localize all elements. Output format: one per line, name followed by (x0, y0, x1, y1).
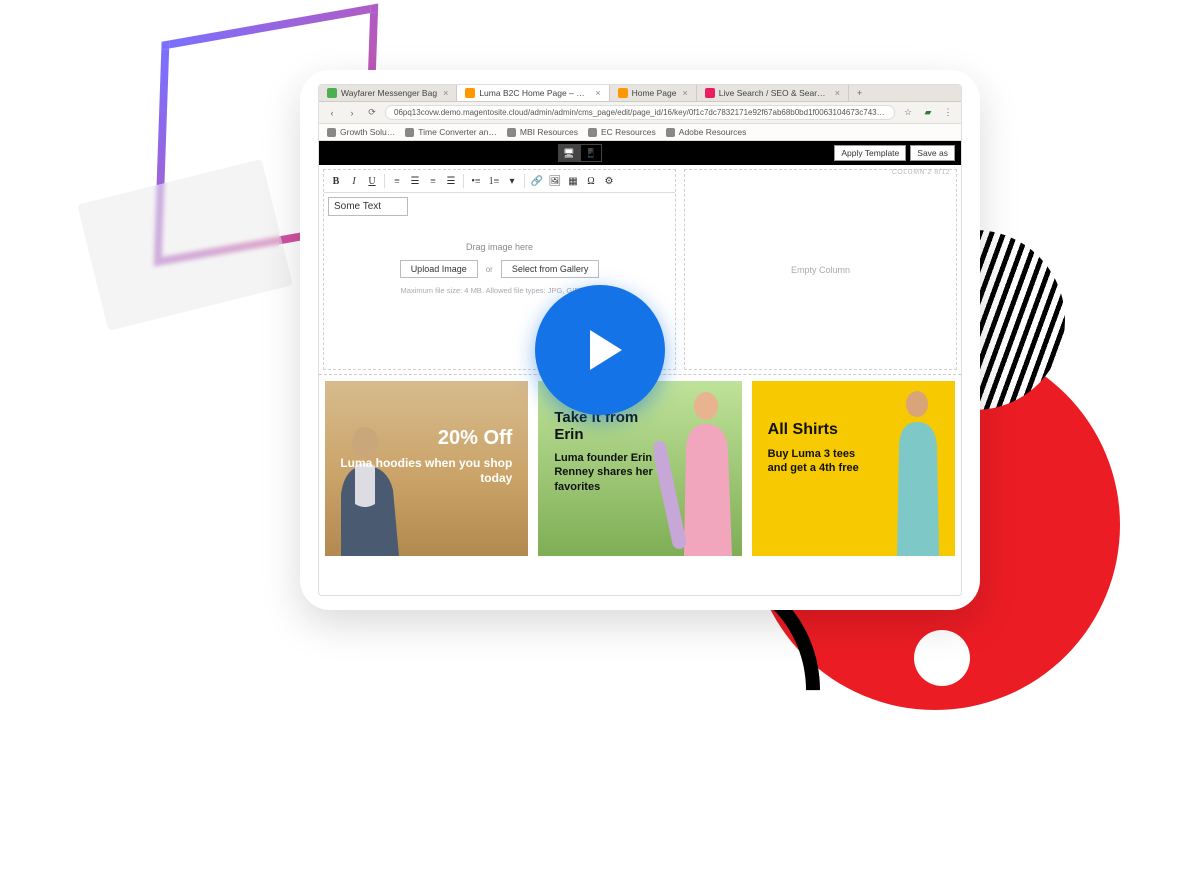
card-heading: 20% Off (335, 427, 512, 450)
table-button[interactable]: ▦ (565, 173, 581, 189)
decoration-tape (77, 159, 293, 331)
column-header-label: COLUMN 2 8/12 (892, 169, 950, 176)
bullet-list-button[interactable]: •≡ (468, 173, 484, 189)
browser-tab-bar: Wayfarer Messenger Bag × Luma B2C Home P… (319, 85, 961, 102)
empty-column-label: Empty Column (685, 170, 956, 369)
favicon-icon (327, 88, 337, 98)
close-icon[interactable]: × (593, 88, 600, 98)
person-image (654, 384, 742, 556)
underline-button[interactable]: U (364, 173, 380, 189)
special-char-button[interactable]: Ω (583, 173, 599, 189)
decoration-white-dot (914, 630, 970, 686)
extension-icon[interactable]: ▰ (921, 106, 935, 120)
address-bar: ‹ › ⟳ 06pq13covw.demo.magentosite.cloud/… (319, 102, 961, 124)
italic-button[interactable]: I (346, 173, 362, 189)
promo-card[interactable]: COLUMN 3 4/12 All Shirts Buy Luma 3 tees… (752, 381, 955, 556)
bookmark-item[interactable]: EC Resources (588, 127, 656, 137)
number-list-button[interactable]: 1≡ (486, 173, 502, 189)
folder-icon (327, 128, 336, 137)
favicon-icon (465, 88, 475, 98)
bookmark-item[interactable]: Time Converter an… (405, 127, 497, 137)
url-field[interactable]: 06pq13covw.demo.magentosite.cloud/admin/… (385, 105, 895, 120)
browser-tab[interactable]: Home Page × (610, 85, 697, 101)
align-left-button[interactable]: ≡ (389, 173, 405, 189)
card-text: Buy Luma 3 tees and get a 4th free (768, 447, 868, 476)
bookmark-label: Growth Solu… (340, 127, 395, 137)
browser-tab[interactable]: Wayfarer Messenger Bag × (319, 85, 457, 101)
align-center-button[interactable]: ☰ (407, 173, 423, 189)
align-justify-button[interactable]: ☰ (443, 173, 459, 189)
close-icon[interactable]: × (833, 88, 840, 98)
dropzone-hint: Drag image here (332, 242, 667, 252)
or-label: or (486, 265, 493, 274)
align-right-button[interactable]: ≡ (425, 173, 441, 189)
tab-label: Home Page (632, 88, 677, 98)
column-right[interactable]: COLUMN 2 8/12 Empty Column (684, 169, 957, 370)
folder-icon (666, 128, 675, 137)
save-as-button[interactable]: Save as (910, 145, 955, 161)
bookmark-label: Time Converter an… (418, 127, 497, 137)
close-icon[interactable]: × (441, 88, 448, 98)
browser-tab-active[interactable]: Luma B2C Home Page – UI / × (457, 85, 609, 101)
bookmark-item[interactable]: Growth Solu… (327, 127, 395, 137)
bookmark-label: Adobe Resources (679, 127, 747, 137)
apply-template-button[interactable]: Apply Template (834, 145, 906, 161)
card-text: Luma founder Erin Renney shares her favo… (554, 451, 654, 494)
mobile-view-button[interactable]: 📱 (580, 144, 602, 162)
tab-label: Live Search / SEO & Search / (719, 88, 829, 98)
card-heading: All Shirts (768, 421, 868, 439)
dropdown-icon[interactable]: ▾ (504, 173, 520, 189)
text-input[interactable]: Some Text (328, 197, 408, 216)
tab-label: Luma B2C Home Page – UI / (479, 88, 589, 98)
bookmark-label: MBI Resources (520, 127, 578, 137)
rich-text-toolbar: B I U ≡ ☰ ≡ ☰ •≡ 1≡ ▾ 🔗 🖼 (324, 170, 675, 193)
select-from-gallery-button[interactable]: Select from Gallery (501, 260, 600, 278)
upload-image-button[interactable]: Upload Image (400, 260, 478, 278)
card-text: Luma hoodies when you shop today (335, 456, 512, 486)
more-button[interactable]: ⚙ (601, 173, 617, 189)
tab-label: Wayfarer Messenger Bag (341, 88, 437, 98)
folder-icon (405, 128, 414, 137)
desktop-icon: 🖥 (563, 148, 574, 159)
folder-icon (588, 128, 597, 137)
link-button[interactable]: 🔗 (529, 173, 545, 189)
favicon-icon (618, 88, 628, 98)
back-icon[interactable]: ‹ (325, 106, 339, 120)
reload-icon[interactable]: ⟳ (365, 106, 379, 120)
play-icon (580, 326, 628, 374)
device-toggle: 🖥 📱 (558, 144, 602, 162)
editor-top-bar: 🖥 📱 Apply Template Save as (319, 141, 961, 165)
menu-icon[interactable]: ⋮ (941, 106, 955, 120)
close-icon[interactable]: × (680, 88, 687, 98)
bookmarks-bar: Growth Solu… Time Converter an… MBI Reso… (319, 124, 961, 141)
browser-tab[interactable]: Live Search / SEO & Search / × (697, 85, 849, 101)
row: COLUMN 1 4/12 20% Off Luma hoodies when … (319, 375, 961, 556)
bookmark-item[interactable]: Adobe Resources (666, 127, 747, 137)
mobile-icon: 📱 (585, 148, 596, 159)
forward-icon[interactable]: › (345, 106, 359, 120)
favicon-icon (705, 88, 715, 98)
promo-card[interactable]: COLUMN 1 4/12 20% Off Luma hoodies when … (325, 381, 528, 556)
desktop-view-button[interactable]: 🖥 (558, 144, 580, 162)
person-image (873, 384, 955, 556)
folder-icon (507, 128, 516, 137)
image-button[interactable]: 🖼 (547, 173, 563, 189)
play-button[interactable] (535, 285, 665, 415)
new-tab-button[interactable]: + (849, 85, 870, 101)
bookmark-item[interactable]: MBI Resources (507, 127, 578, 137)
bookmark-label: EC Resources (601, 127, 656, 137)
star-icon[interactable]: ☆ (901, 106, 915, 120)
bold-button[interactable]: B (328, 173, 344, 189)
